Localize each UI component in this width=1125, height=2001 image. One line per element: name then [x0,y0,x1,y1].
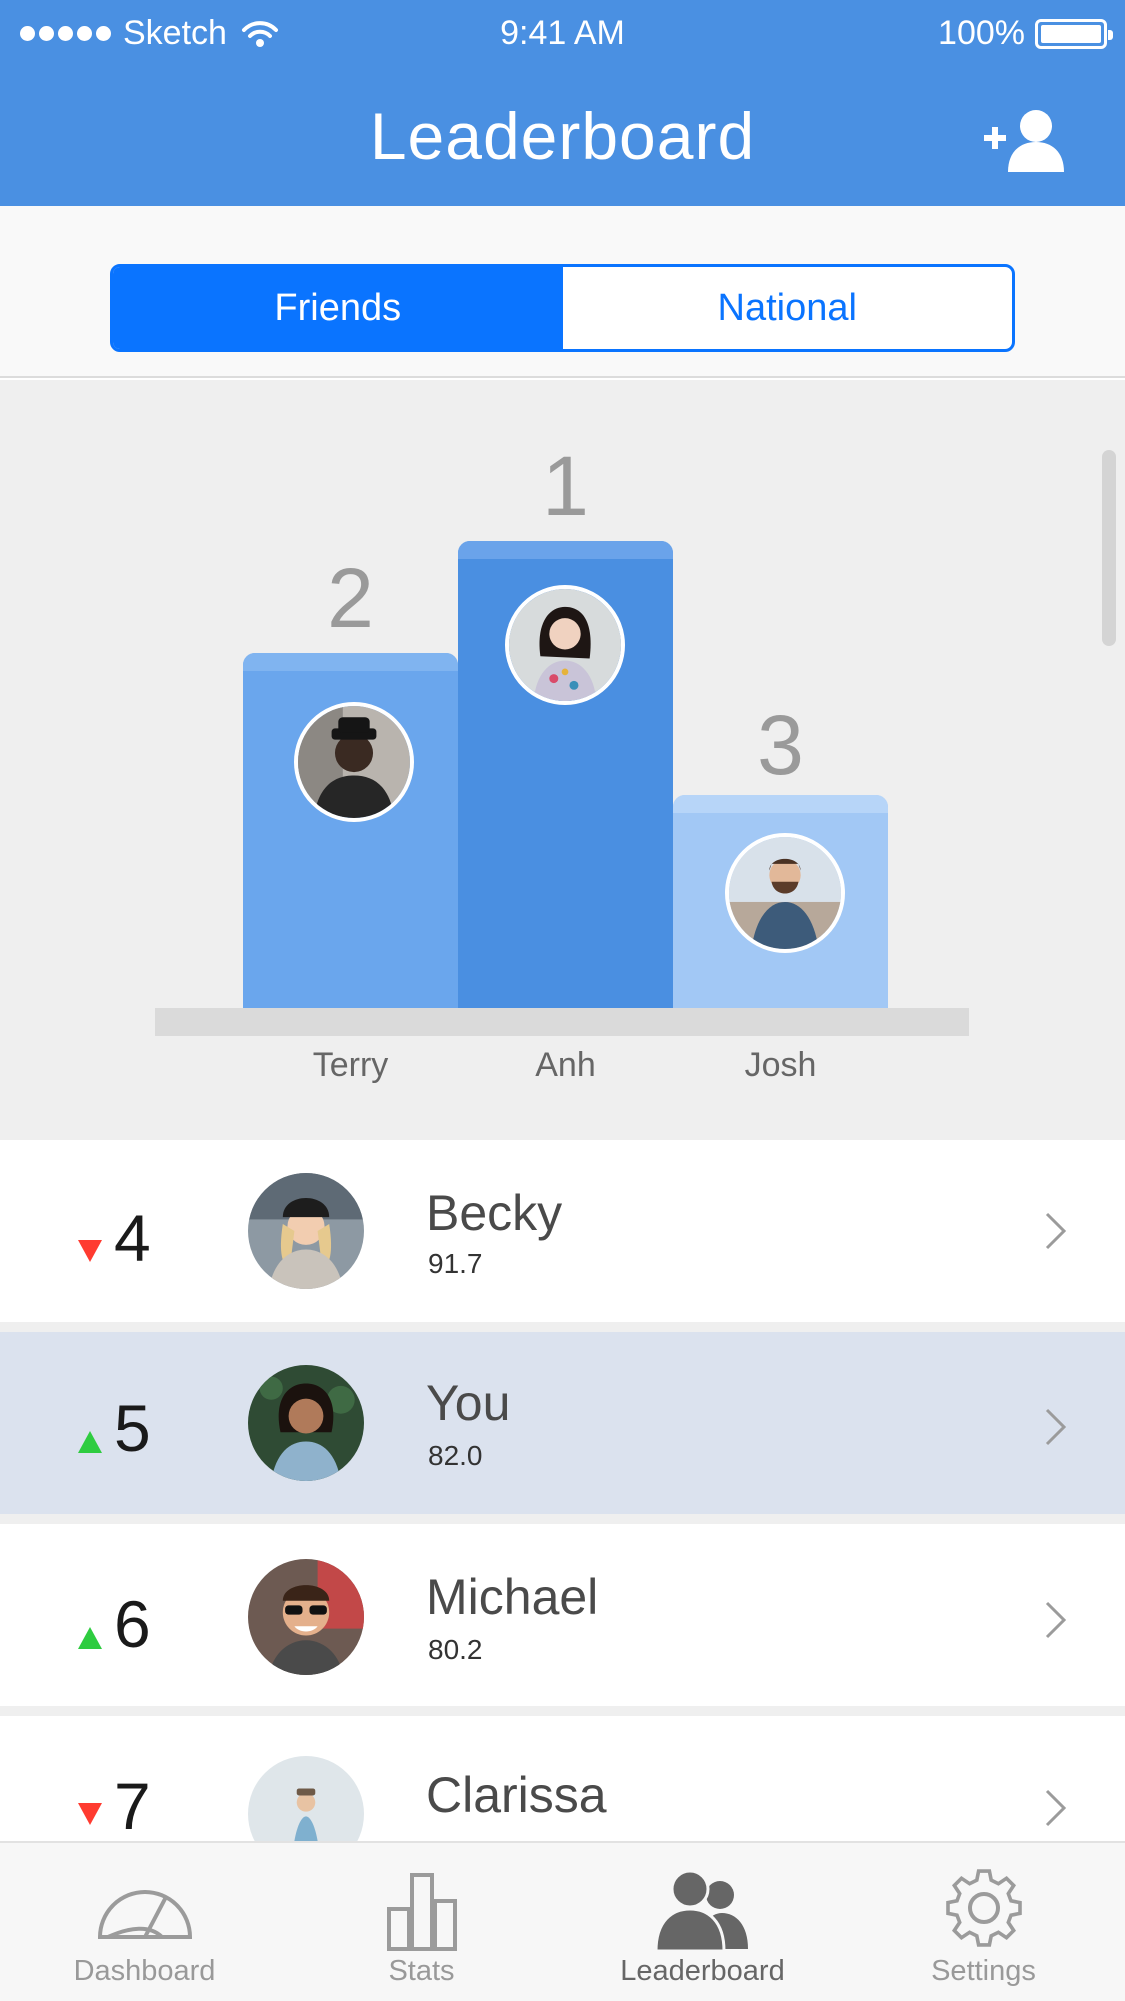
trend-up-icon [78,1431,102,1453]
podium-name-josh: Josh [744,1046,817,1084]
segment-friends[interactable]: Friends [113,267,563,349]
battery-icon [1035,18,1113,49]
tab-bar: Dashboard Stats Leaderboard Settings [0,1841,1125,2001]
row-score: 91.7 [428,1248,483,1279]
leaderboard-row-michael[interactable]: 6 Michael 80.2 [0,1524,1125,1706]
podium-rank-1: 1 [542,439,589,533]
chevron-right-icon [1045,1212,1067,1250]
row-name: Michael [426,1569,599,1625]
tab-label: Settings [931,1955,1036,1987]
podium-rank-3: 3 [757,698,804,792]
gauge-icon [97,1890,192,1939]
tab-settings[interactable]: Settings [843,1843,1124,2001]
chevron-right-icon [1045,1408,1067,1446]
status-right: 100% [938,14,1113,53]
row-divider [0,1322,1125,1332]
page-title: Leaderboard [369,99,756,173]
tab-label: Stats [388,1955,455,1987]
leaderboard-row-clarissa[interactable]: 7 Clarissa [0,1716,1125,1842]
chevron-right-icon [1045,1789,1067,1827]
row-rank: 4 [114,1201,151,1275]
podium-name-anh: Anh [535,1046,596,1084]
podium-name-terry: Terry [312,1046,389,1084]
trend-down-icon [78,1240,102,1262]
row-divider [0,1514,1125,1524]
tab-label: Leaderboard [620,1955,785,1987]
row-rank: 6 [114,1587,151,1661]
row-divider [0,1706,1125,1716]
leaderboard-row-you[interactable]: 5 You 82.0 [0,1332,1125,1514]
add-user-icon[interactable] [982,108,1072,174]
segment-area: Friends National [0,206,1125,378]
tab-leaderboard[interactable]: Leaderboard [562,1843,843,2001]
row-rank: 7 [114,1769,151,1842]
tab-stats[interactable]: Stats [281,1843,562,2001]
bar-chart-icon [386,1873,457,1951]
avatar-becky [248,1173,364,1289]
row-name: Becky [426,1185,563,1241]
avatar-josh[interactable] [725,833,845,953]
nav-header: Sketch 9:41 AM 100% Leaderboard [0,0,1125,206]
gear-icon [945,1869,1022,1947]
avatar-terry[interactable] [294,702,414,822]
status-bar: Sketch 9:41 AM 100% [0,0,1125,66]
row-score: 80.2 [428,1634,483,1665]
avatar-michael [248,1559,364,1675]
tab-dashboard[interactable]: Dashboard [4,1843,285,2001]
avatar-anh[interactable] [505,585,625,705]
tab-label: Dashboard [73,1955,216,1987]
avatar-clarissa [248,1756,364,1842]
trend-down-icon [78,1803,102,1825]
scope-segmented-control: Friends National [110,264,1015,352]
segment-national[interactable]: National [563,267,1013,349]
podium-base [155,1008,969,1036]
row-name: You [426,1375,511,1431]
row-rank: 5 [114,1391,151,1465]
trend-up-icon [78,1627,102,1649]
chevron-right-icon [1045,1601,1067,1639]
battery-percent: 100% [938,14,1025,52]
leaderboard-row-becky[interactable]: 4 Becky 91.7 [0,1140,1125,1322]
scrollbar[interactable] [1102,450,1116,646]
row-name: Clarissa [426,1767,607,1823]
podium-rank-2: 2 [327,551,374,645]
avatar-you [248,1365,364,1481]
row-score: 82.0 [428,1440,483,1471]
people-icon [653,1869,748,1953]
